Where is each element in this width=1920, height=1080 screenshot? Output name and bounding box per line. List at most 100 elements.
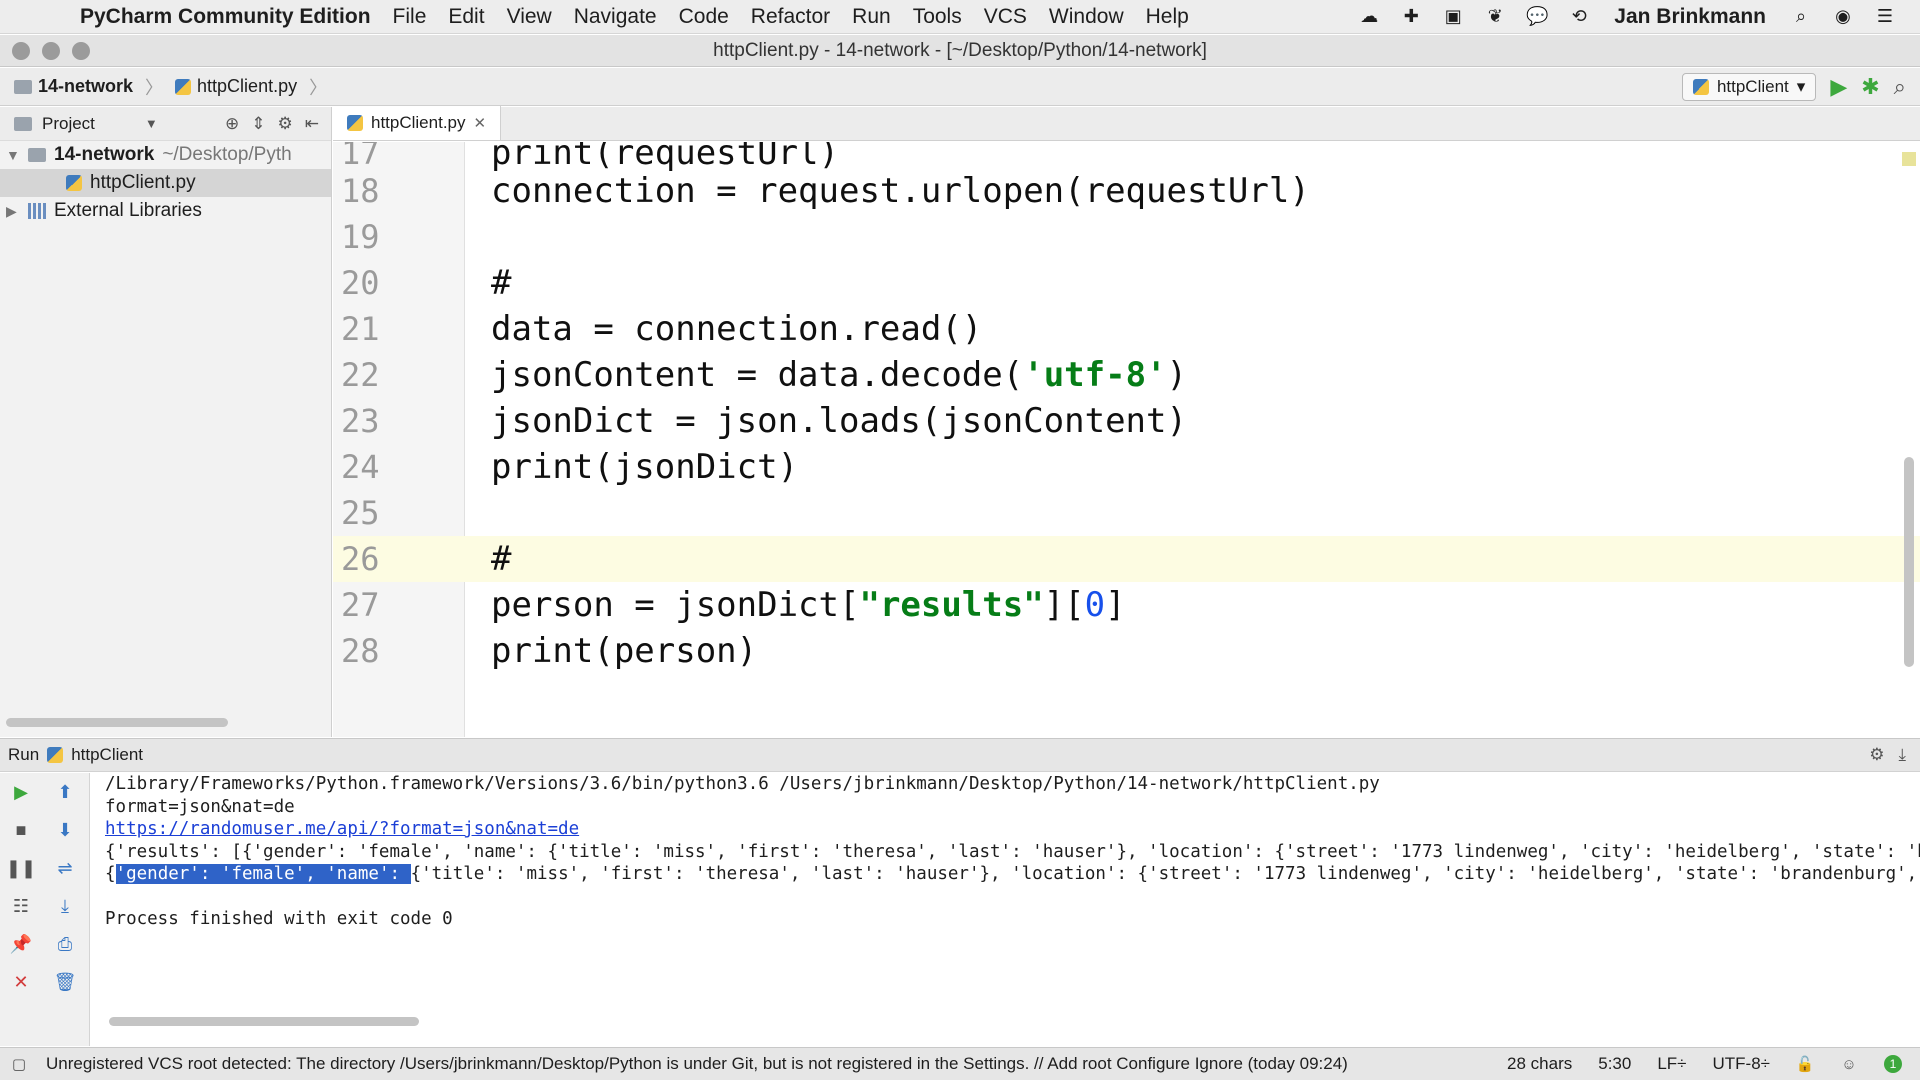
breadcrumb-project[interactable]: 14-network bbox=[38, 76, 133, 97]
status-message[interactable]: Unregistered VCS root detected: The dire… bbox=[46, 1054, 1348, 1074]
code-editor[interactable]: 17 print(requestUrl) 18 connection = req… bbox=[333, 142, 1920, 737]
code-line[interactable]: 20 # bbox=[333, 260, 1920, 306]
line-number: 24 bbox=[341, 448, 380, 486]
menu-run[interactable]: Run bbox=[852, 5, 891, 29]
search-everywhere-icon[interactable]: ⌕ bbox=[1894, 74, 1906, 100]
file-encoding[interactable]: UTF-8÷ bbox=[1713, 1054, 1771, 1074]
menu-refactor[interactable]: Refactor bbox=[751, 5, 830, 29]
debug-button[interactable]: ✱ bbox=[1861, 74, 1879, 100]
time-machine-icon[interactable]: ⟲ bbox=[1566, 6, 1592, 28]
gear-icon[interactable]: ⚙ bbox=[1869, 745, 1884, 765]
soft-wrap-icon[interactable]: ⇌ bbox=[52, 855, 78, 881]
print-icon[interactable]: ⎙ bbox=[52, 931, 78, 957]
code-line[interactable]: 18 connection = request.urlopen(requestU… bbox=[333, 168, 1920, 214]
chat-icon[interactable]: 💬 bbox=[1524, 6, 1550, 28]
tree-item-project-root[interactable]: ▼ 14-network ~/Desktop/Pyth bbox=[0, 141, 331, 169]
spotlight-search-icon[interactable]: ⌕ bbox=[1788, 6, 1814, 28]
video-icon[interactable]: ▣ bbox=[1440, 6, 1466, 28]
app-name-menu[interactable]: PyCharm Community Edition bbox=[80, 5, 371, 29]
breadcrumb-separator-icon: 〉 bbox=[309, 77, 328, 98]
event-log-icon[interactable]: 1 bbox=[1884, 1055, 1902, 1073]
console-line-selected[interactable]: {'gender': 'female', 'name': {'title': '… bbox=[91, 863, 1920, 886]
breadcrumb-file[interactable]: httpClient.py bbox=[197, 76, 297, 97]
console-link[interactable]: https://randomuser.me/api/?format=json&n… bbox=[91, 818, 1920, 841]
console-line[interactable] bbox=[91, 886, 1920, 909]
code-line[interactable]: 25 bbox=[333, 490, 1920, 536]
menubar-tray: ☁ ✚ ▣ ❦ 💬 ⟲ Jan Brinkmann ⌕ ◉ ☰ bbox=[1356, 5, 1920, 29]
status-bar: ▢ Unregistered VCS root detected: The di… bbox=[0, 1047, 1920, 1080]
editor-tab-bar: httpClient.py ✕ bbox=[333, 106, 1920, 141]
stop-icon[interactable]: ■ bbox=[8, 817, 34, 843]
close-icon[interactable]: ✕ bbox=[474, 114, 487, 132]
run-configuration-select[interactable]: httpClient ▾ bbox=[1681, 72, 1817, 101]
run-console[interactable]: /Library/Frameworks/Python.framework/Ver… bbox=[91, 773, 1920, 1046]
rerun-icon[interactable]: ▶ bbox=[8, 779, 34, 805]
string-literal: "results" bbox=[859, 585, 1044, 625]
menu-view[interactable]: View bbox=[507, 5, 552, 29]
menu-file[interactable]: File bbox=[393, 5, 427, 29]
code-line-current[interactable]: 26 # bbox=[333, 536, 1920, 582]
console-line[interactable]: {'results': [{'gender': 'female', 'name'… bbox=[91, 841, 1920, 864]
lock-icon[interactable]: 🔓 bbox=[1796, 1055, 1815, 1073]
siri-icon[interactable]: ◉ bbox=[1830, 6, 1856, 28]
menu-help[interactable]: Help bbox=[1146, 5, 1189, 29]
leaf-icon[interactable]: ❦ bbox=[1482, 6, 1508, 28]
code-line[interactable]: 27 person = jsonDict["results"][0] bbox=[333, 582, 1920, 628]
chevron-down-icon[interactable]: ▼ bbox=[145, 116, 158, 131]
expand-arrow-icon[interactable]: ▼ bbox=[6, 147, 20, 163]
creative-cloud-icon[interactable]: ☁ bbox=[1356, 6, 1382, 28]
menu-edit[interactable]: Edit bbox=[448, 5, 484, 29]
plugin-icon[interactable]: ✚ bbox=[1398, 6, 1424, 28]
pause-icon[interactable]: ❚❚ bbox=[6, 855, 36, 881]
menu-navigate[interactable]: Navigate bbox=[574, 5, 657, 29]
console-line[interactable]: format=json&nat=de bbox=[91, 796, 1920, 819]
tool-windows-icon[interactable]: ▢ bbox=[10, 1055, 28, 1073]
code-line[interactable]: 21 data = connection.read() bbox=[333, 306, 1920, 352]
console-horizontal-scrollbar[interactable] bbox=[109, 1017, 419, 1026]
notification-center-icon[interactable]: ☰ bbox=[1872, 6, 1898, 28]
console-text: {'title': 'miss', 'first': 'theresa', 'l… bbox=[410, 864, 1918, 884]
code-line[interactable]: 28 print(person) bbox=[333, 628, 1920, 674]
inspection-status-marker[interactable] bbox=[1902, 152, 1916, 166]
tree-item-external-libraries[interactable]: ▶ External Libraries bbox=[0, 197, 331, 225]
code-line[interactable]: 19 bbox=[333, 214, 1920, 260]
trash-icon[interactable]: 🗑 bbox=[52, 969, 78, 995]
restore-layout-icon[interactable]: ☷ bbox=[8, 893, 34, 919]
editor-vertical-scrollbar[interactable] bbox=[1904, 457, 1914, 667]
run-panel-config[interactable]: httpClient bbox=[71, 745, 143, 765]
console-line[interactable]: /Library/Frameworks/Python.framework/Ver… bbox=[91, 773, 1920, 796]
scroll-to-end-icon[interactable]: ⤓ bbox=[52, 893, 78, 919]
menu-tools[interactable]: Tools bbox=[913, 5, 962, 29]
menu-code[interactable]: Code bbox=[679, 5, 729, 29]
hide-panel-icon[interactable]: ⇤ bbox=[305, 114, 319, 134]
run-panel-label[interactable]: Run bbox=[8, 745, 39, 765]
close-icon[interactable]: ✕ bbox=[8, 969, 34, 995]
gear-icon[interactable]: ⚙ bbox=[278, 114, 293, 134]
line-number: 23 bbox=[341, 402, 380, 440]
menu-window[interactable]: Window bbox=[1049, 5, 1124, 29]
code-line[interactable]: 22 jsonContent = data.decode('utf-8') bbox=[333, 352, 1920, 398]
pin-icon[interactable]: 📌 bbox=[8, 931, 34, 957]
menu-vcs[interactable]: VCS bbox=[984, 5, 1027, 29]
user-name[interactable]: Jan Brinkmann bbox=[1614, 5, 1766, 29]
collapse-all-icon[interactable]: ⇕ bbox=[251, 114, 265, 134]
project-horizontal-scrollbar[interactable] bbox=[6, 718, 228, 727]
run-button[interactable]: ▶ bbox=[1830, 74, 1847, 100]
caret-position[interactable]: 5:30 bbox=[1598, 1054, 1631, 1074]
tree-item-file[interactable]: httpClient.py bbox=[0, 169, 331, 197]
line-separator[interactable]: LF÷ bbox=[1657, 1054, 1686, 1074]
code-line[interactable]: 24 print(jsonDict) bbox=[333, 444, 1920, 490]
expand-arrow-icon[interactable]: ▶ bbox=[6, 203, 20, 220]
inspector-icon[interactable]: ☺ bbox=[1840, 1055, 1858, 1073]
tab-httpclient[interactable]: httpClient.py ✕ bbox=[333, 106, 502, 140]
arrow-up-icon[interactable]: ⬆ bbox=[52, 779, 78, 805]
scroll-from-source-icon[interactable]: ⊕ bbox=[225, 114, 239, 134]
code-line[interactable]: 23 jsonDict = json.loads(jsonContent) bbox=[333, 398, 1920, 444]
project-root-path: ~/Desktop/Pyth bbox=[162, 144, 292, 165]
code-segment: jsonContent = data.decode( bbox=[491, 355, 1024, 395]
arrow-down-icon[interactable]: ⬇ bbox=[52, 817, 78, 843]
console-line[interactable]: Process finished with exit code 0 bbox=[91, 908, 1920, 931]
hide-panel-icon[interactable]: ⤓ bbox=[1898, 745, 1906, 765]
project-view-label[interactable]: Project bbox=[42, 114, 95, 134]
project-toolbar-actions: ⊕ ⇕ ⚙ ⇤ bbox=[225, 114, 331, 134]
